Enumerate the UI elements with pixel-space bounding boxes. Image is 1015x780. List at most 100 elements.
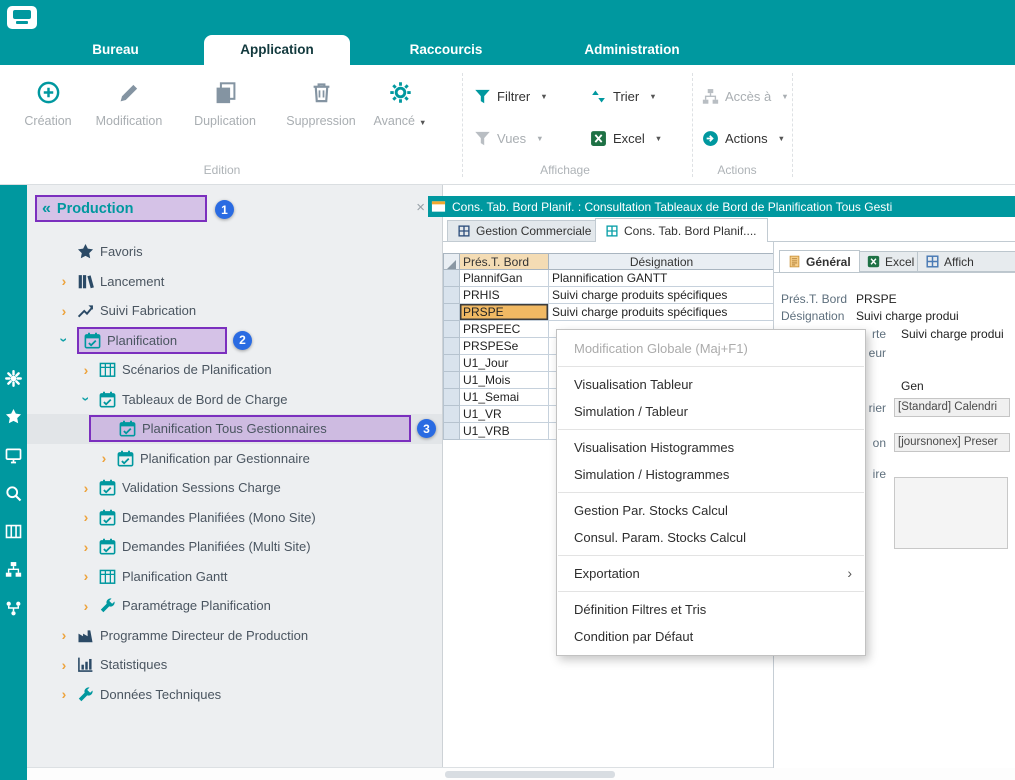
chevron-right-icon[interactable] [79, 539, 93, 555]
search-icon[interactable] [5, 485, 22, 502]
hierarchy-icon[interactable] [5, 561, 22, 578]
collapse-panel-icon[interactable]: « [42, 200, 51, 218]
tree-item-suivi-fabrication[interactable]: Suivi Fabrication [27, 296, 443, 326]
column-header-designation[interactable]: Désignation [549, 254, 775, 270]
cell-code[interactable]: PlannifGan [460, 270, 549, 287]
chevron-right-icon[interactable] [79, 362, 93, 378]
table-row-selected[interactable]: PRSPE Suivi charge produits spécifiques [444, 304, 775, 321]
acces-a-button[interactable]: Accès à ▼ [702, 82, 789, 110]
cell-code-selected[interactable]: PRSPE [460, 304, 549, 321]
cell-designation[interactable]: Plannification GANTT [549, 270, 775, 287]
menu-tab-administration[interactable]: Administration [568, 35, 696, 65]
row-selector[interactable] [444, 389, 460, 406]
tree-item-favoris[interactable]: Favoris [27, 237, 443, 267]
tree-item-planification-par-gestionnaire[interactable]: Planification par Gestionnaire [27, 444, 443, 474]
cell-code[interactable]: PRSPESe [460, 338, 549, 355]
menu-tab-bureau[interactable]: Bureau [58, 35, 173, 65]
tree-item-programme-directeur[interactable]: Programme Directeur de Production [27, 621, 443, 651]
desktop-icon[interactable] [5, 447, 22, 464]
tree-item-demandes-planifiees-mono-site[interactable]: Demandes Planifiées (Mono Site) [27, 503, 443, 533]
chevron-down-icon[interactable] [57, 332, 71, 348]
context-menu-item-condition-par-defaut[interactable]: Condition par Défaut [557, 623, 865, 650]
chevron-right-icon[interactable] [57, 627, 71, 643]
row-selector[interactable] [444, 355, 460, 372]
panels-icon[interactable] [5, 523, 22, 540]
row-selector[interactable] [444, 423, 460, 440]
menu-tab-raccourcis[interactable]: Raccourcis [388, 35, 504, 65]
avance-button[interactable]: Avancé▼ [356, 77, 444, 128]
actions-button[interactable]: Actions ▼ [702, 124, 785, 152]
cell-code[interactable]: PRSPEEC [460, 321, 549, 338]
chevron-right-icon[interactable] [57, 657, 71, 673]
tree-item-lancement[interactable]: Lancement [27, 267, 443, 297]
duplication-button[interactable]: Duplication [181, 77, 269, 128]
tree-item-validation-sessions-charge[interactable]: Validation Sessions Charge [27, 473, 443, 503]
chevron-right-icon[interactable] [57, 686, 71, 702]
modules-gear-icon[interactable] [5, 370, 22, 387]
row-selector[interactable] [444, 338, 460, 355]
context-menu-item-exportation[interactable]: › Exportation [557, 560, 865, 587]
suppression-button[interactable]: Suppression [277, 77, 365, 128]
tree-item-parametrage-planification[interactable]: Paramétrage Planification [27, 591, 443, 621]
table-row[interactable]: PRHIS Suivi charge produits spécifiques [444, 287, 775, 304]
cell-designation[interactable]: Suivi charge produits spécifiques [549, 287, 775, 304]
table-corner-cell[interactable] [444, 254, 460, 270]
chevron-right-icon[interactable] [79, 568, 93, 584]
filtrer-button[interactable]: Filtrer ▼ [474, 82, 548, 110]
detail-tab-affichage[interactable]: Affich [917, 251, 1015, 272]
cell-code[interactable]: U1_VRB [460, 423, 549, 440]
detail-tab-general[interactable]: Général [779, 250, 860, 273]
row-selector[interactable] [444, 406, 460, 423]
trier-button[interactable]: Trier ▼ [590, 82, 657, 110]
tree-item-planification-tous-gestionnaires[interactable]: Planification Tous Gestionnaires 3 [27, 414, 443, 444]
vues-button[interactable]: Vues ▼ [474, 124, 544, 152]
chevron-down-icon[interactable] [79, 391, 93, 407]
tree-item-planification-gantt[interactable]: Planification Gantt [27, 562, 443, 592]
chevron-right-icon[interactable] [79, 598, 93, 614]
context-menu-item-simulation-tableur[interactable]: Simulation / Tableur [557, 398, 865, 425]
context-menu-item-consul-param-stocks-calcul[interactable]: Consul. Param. Stocks Calcul [557, 524, 865, 551]
cell-code[interactable]: U1_Mois [460, 372, 549, 389]
context-menu-item-simulation-histogrammes[interactable]: Simulation / Histogrammes [557, 461, 865, 488]
chevron-right-icon[interactable] [79, 480, 93, 496]
calendar-field[interactable]: [Standard] Calendri [894, 398, 1010, 417]
cell-code[interactable]: U1_VR [460, 406, 549, 423]
row-selector[interactable] [444, 321, 460, 338]
comment-textarea[interactable] [894, 477, 1008, 549]
close-panel-icon[interactable]: × [416, 199, 425, 216]
row-selector[interactable] [444, 372, 460, 389]
table-row[interactable]: PlannifGan Plannification GANTT [444, 270, 775, 287]
tab-cons-tab-bord-planif[interactable]: Cons. Tab. Bord Planif.... [595, 218, 768, 242]
cell-code[interactable]: U1_Jour [460, 355, 549, 372]
menu-tab-application[interactable]: Application [204, 35, 350, 65]
favorites-star-icon[interactable] [5, 408, 22, 425]
tree-item-demandes-planifiees-multi-site[interactable]: Demandes Planifiées (Multi Site) [27, 532, 443, 562]
chevron-right-icon[interactable] [57, 303, 71, 319]
detail-tab-excel[interactable]: Excel [858, 251, 923, 272]
excel-button[interactable]: Excel ▼ [590, 124, 662, 152]
context-menu-item-visualisation-tableur[interactable]: Visualisation Tableur [557, 371, 865, 398]
context-menu-item-visualisation-histogrammes[interactable]: Visualisation Histogrammes [557, 434, 865, 461]
row-selector[interactable] [444, 287, 460, 304]
horizontal-scrollbar[interactable] [445, 771, 615, 778]
nav-domain-title[interactable]: Production [57, 201, 134, 217]
context-menu-item-definition-filtres-et-tris[interactable]: Définition Filtres et Tris [557, 596, 865, 623]
column-header-pres-t-bord[interactable]: Prés.T. Bord [460, 254, 549, 270]
tree-item-tableaux-bord-charge[interactable]: Tableaux de Bord de Charge [27, 385, 443, 415]
condition-field[interactable]: [joursnonex] Preser [894, 433, 1010, 452]
chevron-right-icon[interactable] [97, 450, 111, 466]
cell-code[interactable]: U1_Semai [460, 389, 549, 406]
tree-item-planification[interactable]: Planification 2 [27, 326, 443, 356]
tree-item-statistiques[interactable]: Statistiques [27, 650, 443, 680]
cell-code[interactable]: PRHIS [460, 287, 549, 304]
cell-designation[interactable]: Suivi charge produits spécifiques [549, 304, 775, 321]
tree-item-donnees-techniques[interactable]: Données Techniques [27, 680, 443, 710]
creation-button[interactable]: Création [4, 77, 92, 128]
chevron-right-icon[interactable] [57, 273, 71, 289]
context-menu-item-gestion-par-stocks-calcul[interactable]: Gestion Par. Stocks Calcul [557, 497, 865, 524]
tree-item-scenarios-planification[interactable]: Scénarios de Planification [27, 355, 443, 385]
tab-gestion-commerciale[interactable]: Gestion Commerciale ... [447, 220, 616, 241]
workflow-icon[interactable] [5, 600, 22, 617]
modification-button[interactable]: Modification [85, 77, 173, 128]
chevron-right-icon[interactable] [79, 509, 93, 525]
